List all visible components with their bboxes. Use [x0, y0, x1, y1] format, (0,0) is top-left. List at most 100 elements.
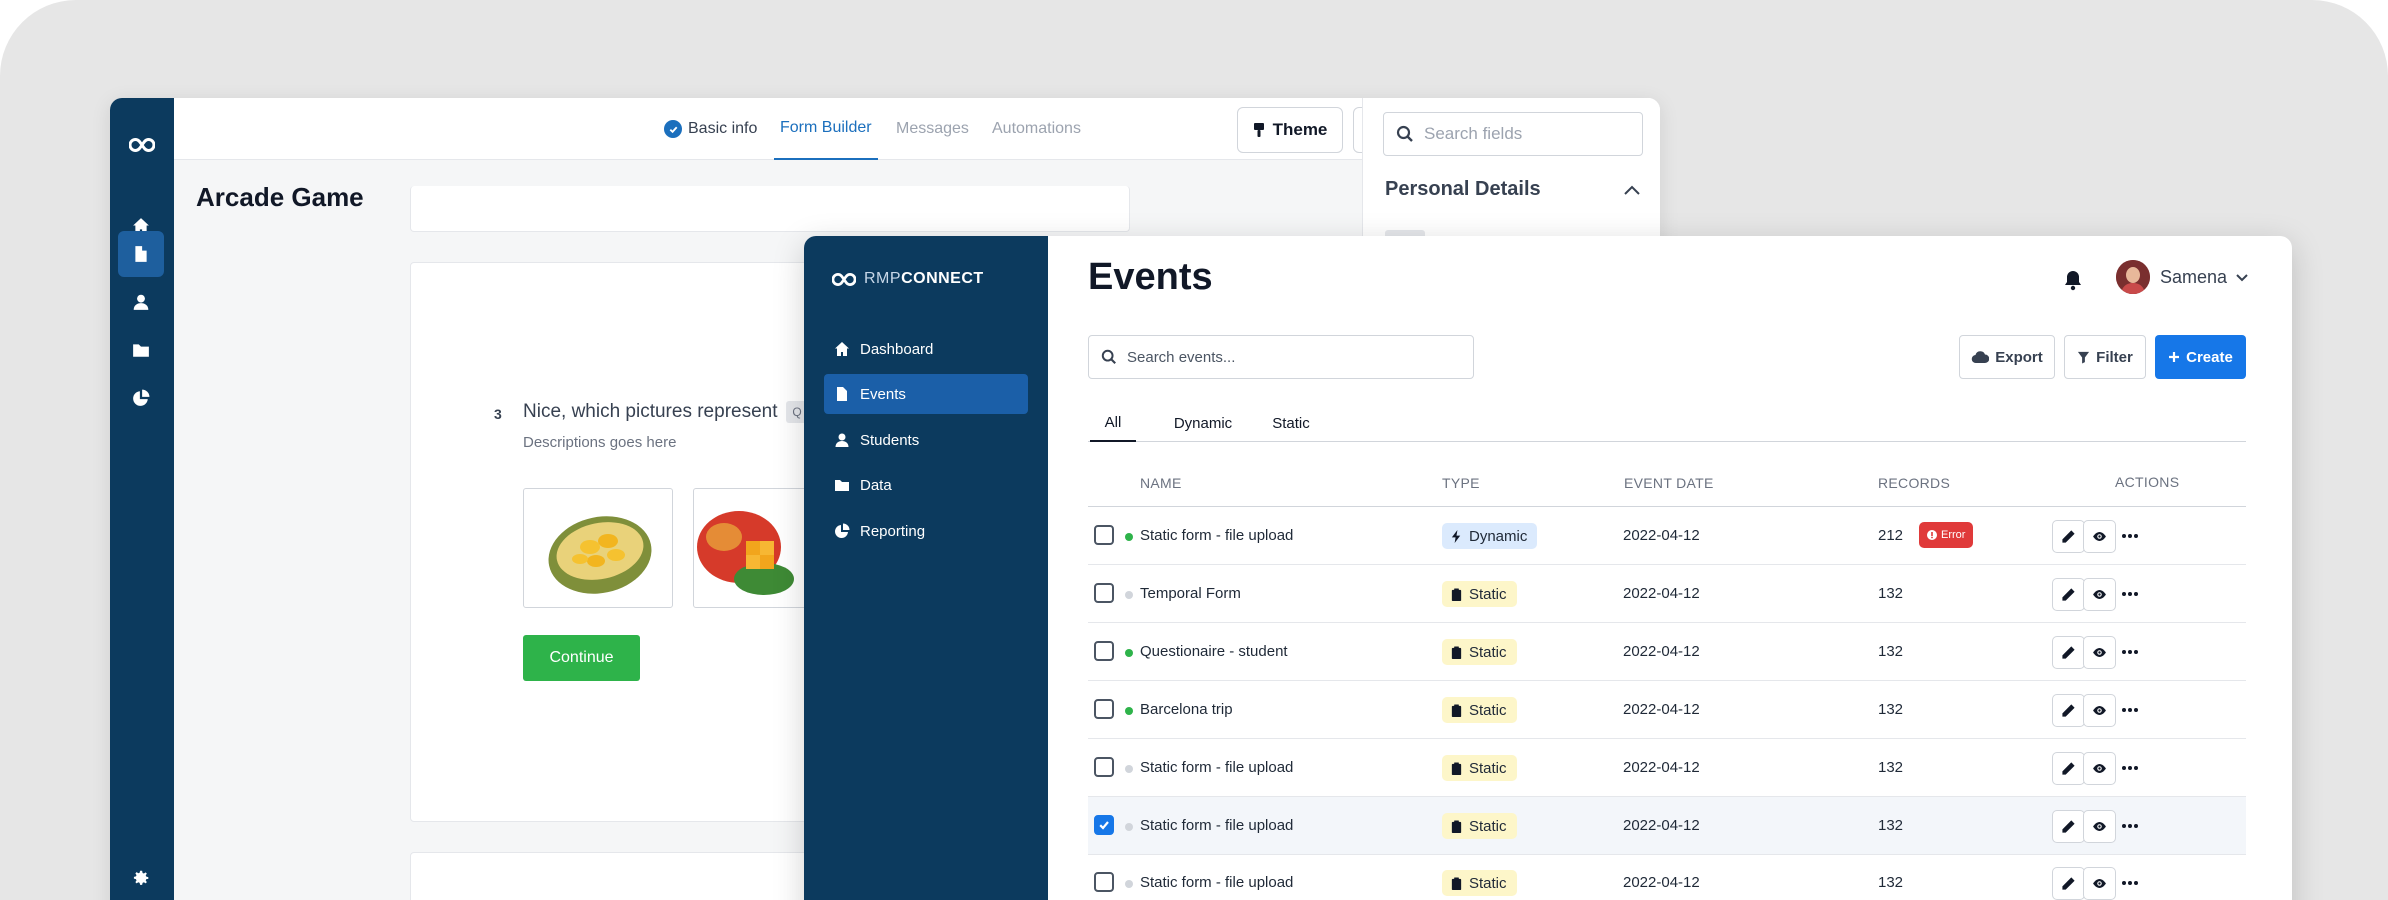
- pencil-icon: [2062, 588, 2075, 601]
- create-button[interactable]: Create: [2155, 335, 2246, 379]
- question-description: Descriptions goes here: [523, 434, 677, 451]
- section-title: Personal Details: [1385, 178, 1541, 200]
- view-button[interactable]: [2083, 810, 2116, 843]
- row-checkbox[interactable]: [1094, 872, 1114, 892]
- view-button[interactable]: [2083, 520, 2116, 553]
- more-options-button[interactable]: [2120, 701, 2140, 719]
- table-row[interactable]: Static form - file upload Static 2022-04-1…: [1088, 854, 2246, 900]
- type-badge-label: Static: [1469, 643, 1507, 661]
- sidebar-item-data[interactable]: Data: [824, 465, 1028, 505]
- column-header-records[interactable]: Records: [1878, 475, 1950, 491]
- rail-pie-chart-icon[interactable]: [118, 375, 164, 421]
- view-button[interactable]: [2083, 578, 2116, 611]
- search-fields-input[interactable]: Search fields: [1383, 112, 1643, 156]
- clipboard-icon: [1451, 819, 1462, 833]
- export-button[interactable]: Export: [1959, 335, 2055, 379]
- clipboard-icon: [1451, 587, 1462, 601]
- view-button[interactable]: [2083, 694, 2116, 727]
- event-name[interactable]: Static form - file upload: [1140, 527, 1293, 544]
- edit-button[interactable]: [2052, 867, 2085, 900]
- eye-icon: [2093, 764, 2106, 773]
- view-button[interactable]: [2083, 867, 2116, 900]
- column-header-type[interactable]: Type: [1442, 475, 1480, 491]
- sidebar-item-dashboard[interactable]: Dashboard: [824, 329, 1028, 369]
- edit-button[interactable]: [2052, 752, 2085, 785]
- rail-document-icon[interactable]: [118, 231, 164, 277]
- row-checkbox[interactable]: [1094, 641, 1114, 661]
- more-options-button[interactable]: [2120, 759, 2140, 777]
- event-name[interactable]: Static form - file upload: [1140, 759, 1293, 776]
- event-name[interactable]: Static form - file upload: [1140, 817, 1293, 834]
- type-badge-label: Static: [1469, 701, 1507, 719]
- chevron-down-icon[interactable]: [2234, 269, 2250, 285]
- tab-basic-info[interactable]: Basic info: [664, 98, 757, 160]
- row-checkbox[interactable]: [1094, 757, 1114, 777]
- table-row[interactable]: Static form - file upload Static 2022-04-1…: [1088, 797, 2246, 855]
- home-icon: [835, 342, 849, 356]
- event-date: 2022-04-12: [1623, 759, 1700, 776]
- table-row[interactable]: Static form - file upload Static 2022-04-1…: [1088, 739, 2246, 797]
- pencil-icon: [2062, 820, 2075, 833]
- settings-gear-icon[interactable]: [118, 855, 164, 900]
- background-canvas: Basic info Form Builder Messages Automat…: [0, 0, 2388, 900]
- search-events-input[interactable]: Search events...: [1088, 335, 1474, 379]
- form-card-top: [410, 186, 1130, 232]
- theme-button[interactable]: Theme: [1237, 107, 1343, 153]
- sidebar-item-students[interactable]: Students: [824, 420, 1028, 460]
- checkmark-icon: [1099, 821, 1109, 830]
- tab-all[interactable]: All: [1090, 404, 1136, 442]
- event-name[interactable]: Temporal Form: [1140, 585, 1241, 602]
- filter-funnel-icon: [2078, 351, 2090, 364]
- avatar[interactable]: [2116, 260, 2150, 294]
- tab-messages-label: Messages: [896, 120, 969, 137]
- table-row[interactable]: Barcelona trip Static 2022-04-12 132: [1088, 681, 2246, 739]
- edit-button[interactable]: [2052, 520, 2085, 553]
- edit-button[interactable]: [2052, 810, 2085, 843]
- rail-user-icon[interactable]: [118, 279, 164, 325]
- edit-button[interactable]: [2052, 578, 2085, 611]
- tab-form-builder[interactable]: Form Builder: [774, 98, 878, 160]
- continue-button[interactable]: Continue: [523, 635, 640, 681]
- more-options-button[interactable]: [2120, 874, 2140, 892]
- notification-bell-icon[interactable]: [2061, 268, 2085, 292]
- edit-button[interactable]: [2052, 694, 2085, 727]
- tab-static[interactable]: Static: [1268, 404, 1314, 442]
- event-name[interactable]: Static form - file upload: [1140, 874, 1293, 891]
- more-options-button[interactable]: [2120, 585, 2140, 603]
- column-header-name[interactable]: Name: [1140, 475, 1182, 491]
- row-checkbox[interactable]: [1094, 525, 1114, 545]
- user-name[interactable]: Samena: [2160, 267, 2227, 288]
- pencil-icon: [2062, 646, 2075, 659]
- table-row[interactable]: Questionaire - student Static 2022-04-12 13…: [1088, 623, 2246, 681]
- table-row[interactable]: Temporal Form Static 2022-04-12 132: [1088, 565, 2246, 623]
- view-button[interactable]: [2083, 636, 2116, 669]
- type-badge: Static: [1442, 755, 1517, 781]
- row-checkbox[interactable]: [1094, 583, 1114, 603]
- column-header-event-date[interactable]: Event date: [1624, 475, 1714, 491]
- view-button[interactable]: [2083, 752, 2116, 785]
- event-name[interactable]: Barcelona trip: [1140, 701, 1233, 718]
- more-options-button[interactable]: [2120, 817, 2140, 835]
- row-checkbox[interactable]: [1094, 815, 1114, 835]
- table-row[interactable]: Static form - file upload Dynamic 2022-04-…: [1088, 507, 2246, 565]
- sidebar-item-events[interactable]: Events: [824, 374, 1028, 414]
- tab-messages[interactable]: Messages: [896, 98, 969, 160]
- tab-dynamic[interactable]: Dynamic: [1170, 404, 1236, 442]
- event-name[interactable]: Questionaire - student: [1140, 643, 1288, 660]
- rail-folder-icon[interactable]: [118, 327, 164, 373]
- sidebar-item-reporting[interactable]: Reporting: [824, 511, 1028, 551]
- pencil-icon: [2062, 877, 2075, 890]
- row-checkbox[interactable]: [1094, 699, 1114, 719]
- plus-icon: [2169, 352, 2180, 362]
- more-options-button[interactable]: [2120, 527, 2140, 545]
- tab-automations[interactable]: Automations: [992, 98, 1081, 160]
- status-dot: [1125, 765, 1133, 773]
- more-options-button[interactable]: [2120, 643, 2140, 661]
- main-sidebar: RMPCONNECT Dashboard Events Students Dat…: [804, 236, 1048, 900]
- filter-button[interactable]: Filter: [2064, 335, 2146, 379]
- edit-button[interactable]: [2052, 636, 2085, 669]
- choice-image-jackfruit[interactable]: [523, 488, 673, 608]
- personal-details-section[interactable]: Personal Details: [1385, 178, 1641, 201]
- status-dot: [1125, 533, 1133, 541]
- eye-icon: [2093, 706, 2106, 715]
